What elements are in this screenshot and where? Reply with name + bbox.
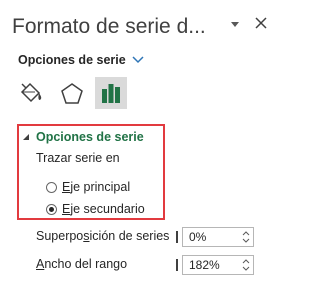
chevron-down-icon [132,56,144,64]
pane-title: Formato de serie d... [12,15,206,38]
secondary-axis-option[interactable]: Eje secundario [46,201,145,217]
primary-axis-radio[interactable] [46,181,57,193]
close-icon[interactable] [252,14,270,32]
secondary-axis-label: Eje secundario [62,202,145,216]
collapse-triangle-icon [23,134,29,140]
primary-axis-option[interactable]: Eje principal [46,179,130,195]
series-options-section-header[interactable]: Opciones de serie [22,130,144,144]
primary-axis-label: Eje principal [62,180,131,194]
section-header-label: Opciones de serie [36,130,144,144]
plot-series-on-label: Trazar serie en [36,151,120,165]
gap-width-value: 182% [189,258,220,272]
spinner-arrows-icon[interactable] [242,257,250,273]
gap-width-label: Ancho del rango [36,257,128,271]
spinner-arrows-icon[interactable] [242,229,250,245]
series-overlap-label: Superposición de series [36,229,170,243]
series-options-dropdown-label: Opciones de serie [18,53,126,67]
format-series-pane: Formato de serie d... Opciones de serie [0,0,284,289]
series-options-dropdown[interactable]: Opciones de serie [18,52,144,68]
series-overlap-input[interactable]: 0% [182,227,254,247]
pentagon-icon[interactable] [57,79,87,109]
gap-width-input[interactable]: 182% [182,255,254,275]
bar-chart-icon[interactable] [95,77,127,109]
pane-options-dropdown-icon[interactable] [228,17,242,29]
series-overlap-slider[interactable] [176,231,178,243]
paint-bucket-icon[interactable] [16,79,46,109]
series-overlap-value: 0% [189,230,207,244]
gap-width-slider[interactable] [176,259,178,271]
secondary-axis-radio[interactable] [46,203,57,215]
